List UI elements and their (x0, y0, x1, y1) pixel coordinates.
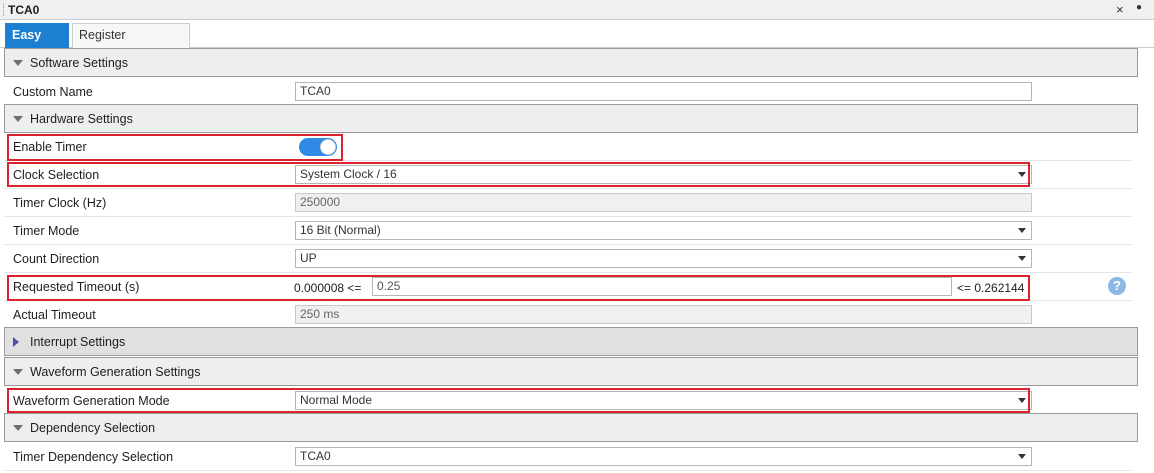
section-software-settings[interactable]: Software Settings (4, 48, 1138, 77)
tab-register-initialization[interactable]: Register Initialization (72, 23, 190, 65)
field-label: Custom Name (13, 85, 93, 99)
row-count-direction: Count Direction UP (4, 245, 1132, 273)
timeout-min-text: 0.000008 <= (294, 281, 362, 295)
expand-triangle-icon (13, 337, 19, 347)
field-label: Enable Timer (13, 140, 87, 154)
timer-dependency-dropdown[interactable]: TCA0 (295, 447, 1032, 466)
collapse-triangle-icon (13, 425, 23, 431)
dropdown-arrow-icon (1018, 398, 1026, 403)
tab-easy-view[interactable]: Easy View (5, 23, 69, 65)
section-interrupt-settings[interactable]: Interrupt Settings (4, 327, 1138, 356)
close-icon[interactable]: × (1116, 2, 1124, 17)
custom-name-input[interactable]: TCA0 (295, 82, 1032, 101)
count-direction-dropdown[interactable]: UP (295, 249, 1032, 268)
panel-titlebar: TCA0 × ● (0, 0, 1154, 20)
field-label: Timer Mode (13, 224, 80, 238)
dropdown-arrow-icon (1018, 228, 1026, 233)
panel-title: TCA0 (8, 3, 40, 17)
row-requested-timeout: Requested Timeout (s) 0.000008 <= 0.25 <… (4, 273, 1132, 301)
dropdown-value: TCA0 (300, 449, 331, 463)
section-label: Hardware Settings (30, 112, 133, 126)
field-label: Requested Timeout (s) (13, 280, 140, 294)
row-custom-name: Custom Name TCA0 (4, 78, 1132, 106)
timeout-max-text: <= 0.262144 (957, 281, 1025, 295)
row-enable-timer: Enable Timer (4, 133, 1132, 161)
row-timer-clock: Timer Clock (Hz) 250000 (4, 189, 1132, 217)
dropdown-value: System Clock / 16 (300, 167, 397, 181)
row-timer-mode: Timer Mode 16 Bit (Normal) (4, 217, 1132, 245)
timer-clock-field: 250000 (295, 193, 1032, 212)
section-label: Dependency Selection (30, 421, 156, 435)
help-icon[interactable]: ? (1108, 277, 1126, 295)
drag-grip-icon[interactable] (3, 3, 6, 16)
section-hardware-settings[interactable]: Hardware Settings (4, 104, 1138, 133)
section-dependency-selection[interactable]: Dependency Selection (4, 413, 1138, 442)
section-label: Waveform Generation Settings (30, 365, 201, 379)
row-clock-selection: Clock Selection System Clock / 16 (4, 161, 1132, 189)
field-label: Timer Dependency Selection (13, 450, 174, 464)
collapse-triangle-icon (13, 116, 23, 122)
row-actual-timeout: Actual Timeout 250 ms (4, 301, 1132, 329)
dropdown-arrow-icon (1018, 256, 1026, 261)
enable-timer-toggle[interactable] (299, 138, 337, 156)
toggle-knob (320, 139, 336, 155)
requested-timeout-input[interactable]: 0.25 (372, 277, 952, 296)
field-label: Timer Clock (Hz) (13, 196, 107, 210)
field-label: Waveform Generation Mode (13, 394, 170, 408)
pin-icon[interactable]: ● (1136, 2, 1142, 13)
row-timer-dependency: Timer Dependency Selection TCA0 (4, 443, 1132, 471)
dropdown-value: UP (300, 251, 317, 265)
clock-selection-dropdown[interactable]: System Clock / 16 (295, 165, 1032, 184)
waveform-mode-dropdown[interactable]: Normal Mode (295, 391, 1032, 410)
dropdown-arrow-icon (1018, 454, 1026, 459)
actual-timeout-field: 250 ms (295, 305, 1032, 324)
dropdown-value: Normal Mode (300, 393, 373, 407)
field-label: Count Direction (13, 252, 100, 266)
section-label: Interrupt Settings (30, 335, 126, 349)
dropdown-value: 16 Bit (Normal) (300, 223, 381, 237)
view-tabs: Easy View Register Initialization (0, 20, 1154, 65)
dropdown-arrow-icon (1018, 172, 1026, 177)
collapse-triangle-icon (13, 369, 23, 375)
section-label: Software Settings (30, 56, 128, 70)
section-waveform-generation-settings[interactable]: Waveform Generation Settings (4, 357, 1138, 386)
timer-mode-dropdown[interactable]: 16 Bit (Normal) (295, 221, 1032, 240)
row-waveform-mode: Waveform Generation Mode Normal Mode (4, 387, 1132, 415)
collapse-triangle-icon (13, 60, 23, 66)
field-label: Actual Timeout (13, 308, 96, 322)
field-label: Clock Selection (13, 168, 100, 182)
